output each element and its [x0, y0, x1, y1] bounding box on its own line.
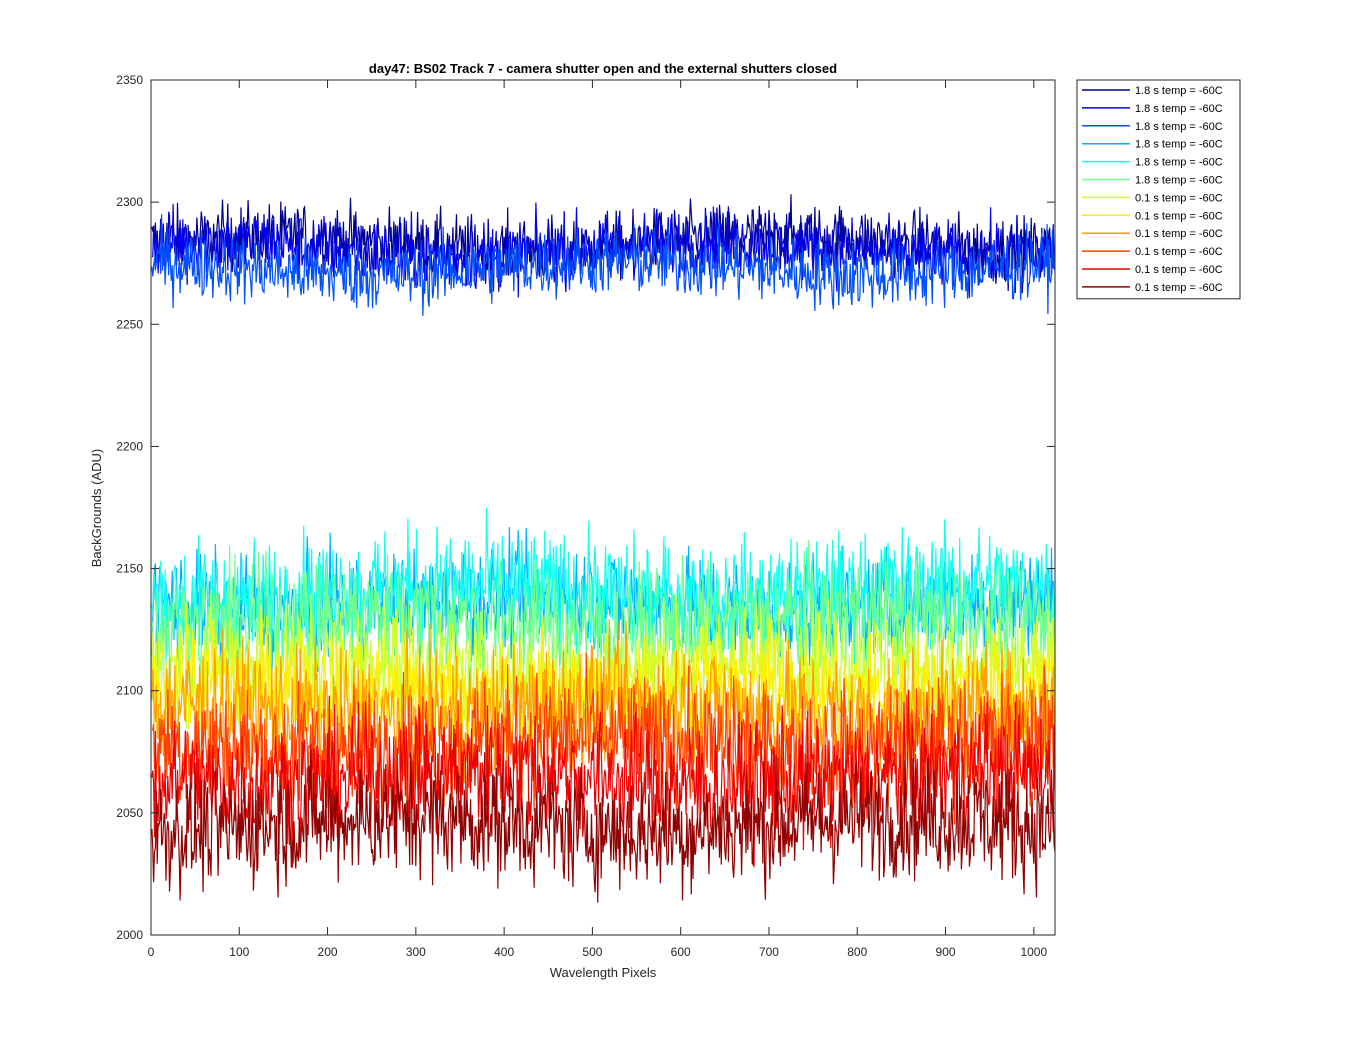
legend-label: 1.8 s temp = -60C [1135, 85, 1223, 97]
x-tick-label: 500 [582, 945, 602, 959]
legend-label: 1.8 s temp = -60C [1135, 157, 1223, 169]
y-tick-label: 2050 [116, 806, 143, 820]
x-tick-label: 100 [229, 945, 249, 959]
y-axis-label: BackGrounds (ADU) [89, 449, 104, 567]
legend-label: 1.8 s temp = -60C [1135, 103, 1223, 115]
legend-label: 0.1 s temp = -60C [1135, 228, 1223, 240]
y-tick-label: 2250 [116, 317, 143, 331]
x-tick-label: 400 [494, 945, 514, 959]
x-tick-label: 0 [148, 945, 155, 959]
legend-label: 0.1 s temp = -60C [1135, 264, 1223, 276]
x-tick-label: 300 [406, 945, 426, 959]
x-tick-label: 700 [759, 945, 779, 959]
x-tick-label: 200 [318, 945, 338, 959]
x-tick-label: 800 [847, 945, 867, 959]
plot-area [151, 194, 1055, 903]
legend-label: 1.8 s temp = -60C [1135, 139, 1223, 151]
legend-label: 0.1 s temp = -60C [1135, 246, 1223, 258]
chart-title: day47: BS02 Track 7 - camera shutter ope… [369, 61, 837, 76]
legend: 1.8 s temp = -60C 1.8 s temp = -60C 1.8 s … [1076, 79, 1241, 300]
y-tick-label: 2100 [116, 684, 143, 698]
legend-label: 1.8 s temp = -60C [1135, 175, 1223, 187]
legend-label: 1.8 s temp = -60C [1135, 121, 1223, 133]
x-tick-label: 900 [936, 945, 956, 959]
x-tick-label: 1000 [1020, 945, 1047, 959]
y-tick-label: 2000 [116, 928, 143, 942]
legend-label: 0.1 s temp = -60C [1135, 210, 1223, 222]
chart: day47: BS02 Track 7 - camera shutter ope… [89, 61, 1241, 980]
x-tick-label: 600 [671, 945, 691, 959]
legend-label: 0.1 s temp = -60C [1135, 192, 1223, 204]
legend-label: 0.1 s temp = -60C [1135, 282, 1223, 294]
y-tick-label: 2200 [116, 439, 143, 453]
y-tick-label: 2350 [116, 73, 143, 87]
y-tick-label: 2150 [116, 562, 143, 576]
x-axis-label: Wavelength Pixels [550, 965, 657, 980]
y-tick-label: 2300 [116, 195, 143, 209]
